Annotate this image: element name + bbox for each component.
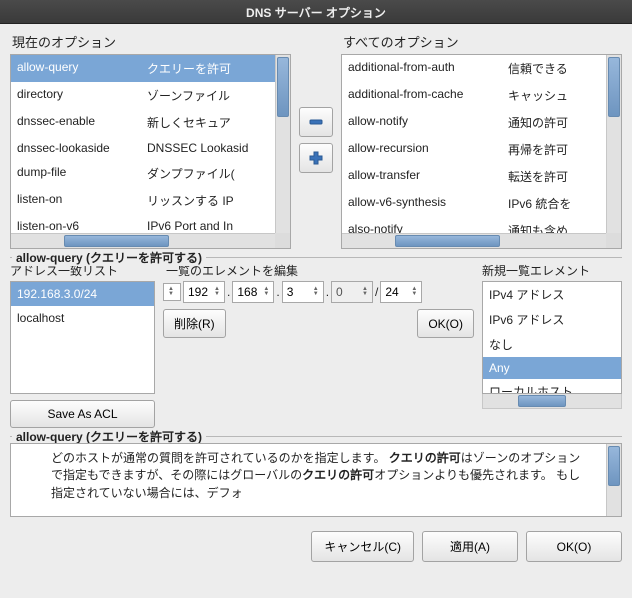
option-row[interactable]: allow-notify通知の許可 (342, 109, 621, 136)
new-element-row[interactable]: IPv4 アドレス (483, 282, 621, 307)
current-options-label: 現在のオプション (12, 32, 291, 51)
option-row[interactable]: listen-on-v6IPv6 Port and In (11, 214, 290, 235)
new-element-list[interactable]: IPv4 アドレスIPv6 アドレスなしAnyローカルホスト (482, 281, 622, 394)
description-box: どのホストが通常の質問を許可されているのかを指定します。 クエリの許可はゾーンの… (10, 443, 622, 517)
new-element-row[interactable]: Any (483, 357, 621, 379)
option-row[interactable]: allow-transfer転送を許可 (342, 163, 621, 190)
spacer-spin[interactable]: ▲▼ (163, 283, 181, 301)
addr-match-list[interactable]: 192.168.3.0/24localhost (10, 281, 155, 394)
ip-d-field: ▲▼ (331, 281, 373, 303)
minus-icon (307, 113, 325, 131)
option-row[interactable]: directoryゾーンファイル (11, 82, 290, 109)
current-options-list[interactable]: allow-queryクエリーを許可directoryゾーンファイルdnssec… (10, 54, 291, 249)
option-group-title: allow-query (クエリーを許可する) (12, 249, 206, 266)
option-row[interactable]: listen-onリッスンする IP (11, 187, 290, 214)
scrollbar-h[interactable] (342, 233, 606, 248)
plus-icon (307, 149, 325, 167)
addr-row[interactable]: localhost (11, 306, 154, 330)
option-row[interactable]: additional-from-auth信頼できる (342, 55, 621, 82)
addr-row[interactable]: 192.168.3.0/24 (11, 282, 154, 306)
scrollbar-h[interactable] (11, 233, 275, 248)
window-title: DNS サーバー オプション (0, 0, 632, 24)
new-element-row[interactable]: ローカルホスト (483, 379, 621, 394)
scrollbar-v[interactable] (606, 444, 621, 516)
option-row[interactable]: allow-v6-synthesisIPv6 統合を (342, 190, 621, 217)
new-element-row[interactable]: IPv6 アドレス (483, 307, 621, 332)
edit-label: 一覧のエレメントを編集 (166, 262, 482, 279)
all-options-label: すべてのオプション (343, 32, 622, 51)
option-row[interactable]: allow-recursion再帰を許可 (342, 136, 621, 163)
ip-mask-field[interactable]: ▲▼ (380, 281, 422, 303)
ok-button[interactable]: OK(O) (526, 531, 622, 562)
scrollbar-v[interactable] (606, 55, 621, 233)
ok-inner-button[interactable]: OK(O) (417, 309, 474, 338)
ip-c-field[interactable]: ▲▼ (282, 281, 324, 303)
new-list-label: 新規一覧エレメント (482, 262, 622, 279)
new-element-row[interactable]: なし (483, 332, 621, 357)
save-acl-button[interactable]: Save As ACL (10, 400, 155, 428)
apply-button[interactable]: 適用(A) (422, 531, 518, 562)
add-option-button[interactable] (299, 143, 333, 173)
ip-a-field[interactable]: ▲▼ (183, 281, 225, 303)
cancel-button[interactable]: キャンセル(C) (311, 531, 414, 562)
ip-b-field[interactable]: ▲▼ (232, 281, 274, 303)
option-row[interactable]: dnssec-enable新しくセキュア (11, 109, 290, 136)
option-row[interactable]: dump-fileダンプファイル( (11, 160, 290, 187)
option-row[interactable]: allow-queryクエリーを許可 (11, 55, 290, 82)
remove-option-button[interactable] (299, 107, 333, 137)
scrollbar-h[interactable] (482, 394, 622, 409)
delete-button[interactable]: 削除(R) (163, 309, 226, 338)
scrollbar-v[interactable] (275, 55, 290, 233)
option-row[interactable]: dnssec-lookasideDNSSEC Lookasid (11, 136, 290, 160)
option-row[interactable]: additional-from-cacheキャッシュ (342, 82, 621, 109)
all-options-list[interactable]: additional-from-auth信頼できるadditional-from… (341, 54, 622, 249)
